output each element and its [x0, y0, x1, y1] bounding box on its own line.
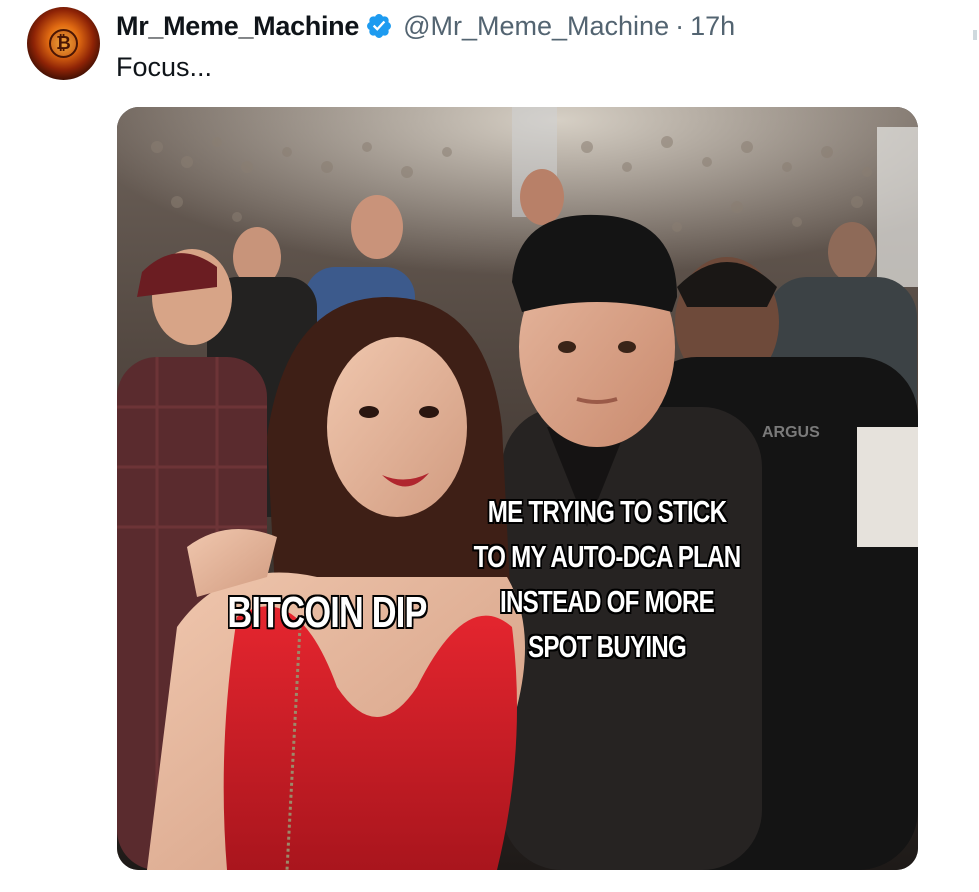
bitcoin-icon: ₿	[49, 29, 78, 58]
meme-label-line: SPOT BUYING	[527, 629, 687, 664]
scrollbar-edge	[973, 30, 977, 40]
shirt-logo: ARGUS	[762, 424, 820, 441]
display-name[interactable]: Mr_Meme_Machine	[116, 11, 359, 42]
meme-label-line: TO MY AUTO-DCA PLAN	[473, 539, 742, 574]
meme-label-me: ME TRYING TO STICK TO MY AUTO-DCA PLAN I…	[467, 489, 748, 669]
tweet-text: Focus...	[116, 52, 213, 82]
verified-badge-icon[interactable]	[365, 12, 393, 40]
tweet-header: Mr_Meme_Machine @Mr_Meme_Machine · 17h	[116, 10, 735, 42]
meme-label-line: INSTEAD OF MORE	[500, 584, 715, 619]
handle[interactable]: @Mr_Meme_Machine	[403, 11, 669, 42]
tweet[interactable]: ₿ Mr_Meme_Machine @Mr_Meme_Machine · 17h…	[0, 0, 979, 892]
meme-label-line: ME TRYING TO STICK	[487, 494, 727, 529]
avatar[interactable]: ₿	[27, 7, 100, 80]
separator-dot: ·	[675, 10, 685, 41]
timestamp[interactable]: 17h	[690, 11, 735, 42]
meme-image[interactable]: ARGUS BITCOIN DIP ME TRYING TO STICK TO …	[117, 107, 918, 870]
meme-label-bitcoin-dip: BITCOIN DIP	[227, 588, 427, 637]
